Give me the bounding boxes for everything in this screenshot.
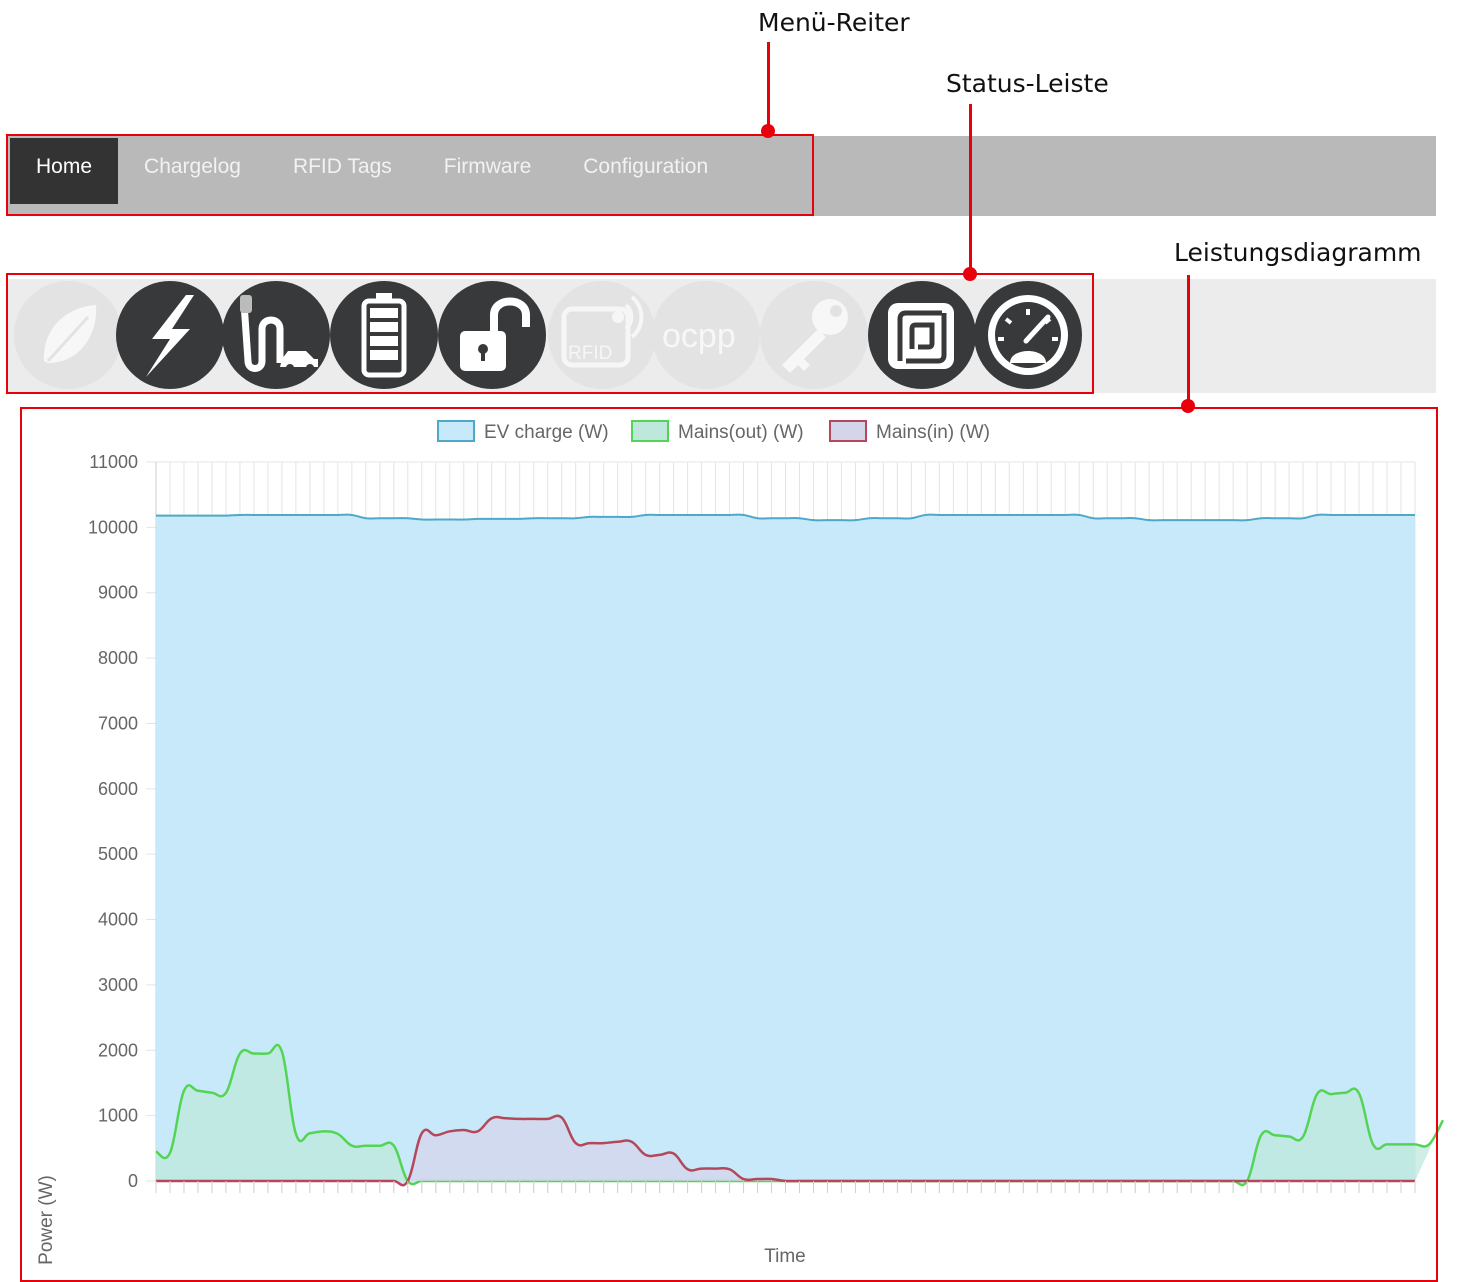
annotation-dot-chart: [1181, 399, 1195, 413]
annotation-dot-menu: [761, 124, 775, 138]
annotation-box-status: [6, 273, 1094, 394]
annotation-menu-label: Menü-Reiter: [758, 8, 910, 37]
annotation-status-label: Status-Leiste: [946, 69, 1109, 98]
annotation-box-menu: [6, 134, 814, 216]
annotation-box-chart: [20, 407, 1438, 1282]
annotation-line-menu: [767, 42, 770, 130]
annotation-chart-label: Leistungsdiagramm: [1174, 238, 1422, 267]
annotation-dot-status: [963, 267, 977, 281]
annotation-line-status: [969, 104, 972, 270]
annotation-line-chart: [1187, 275, 1190, 405]
